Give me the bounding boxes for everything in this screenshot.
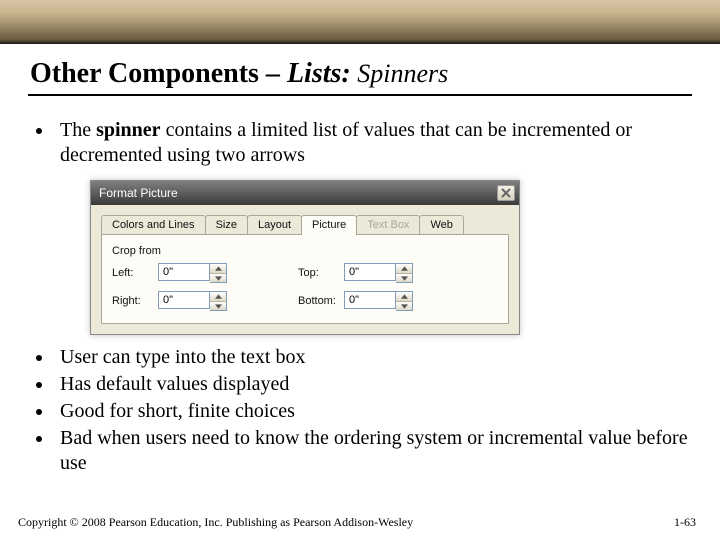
tab-panel-picture: Crop from Left: Top: bbox=[101, 235, 509, 324]
bottom-spinner bbox=[344, 291, 424, 311]
tab-picture[interactable]: Picture bbox=[301, 215, 357, 235]
bullet-item: Good for short, finite choices bbox=[54, 399, 690, 424]
tab-web[interactable]: Web bbox=[419, 215, 463, 234]
bullet-text: The bbox=[60, 119, 96, 141]
bottom-spin-up[interactable] bbox=[396, 292, 412, 301]
top-spinner bbox=[344, 263, 424, 283]
top-input[interactable] bbox=[344, 263, 396, 281]
title-text-lists: Lists: bbox=[287, 58, 351, 89]
right-spin-up[interactable] bbox=[210, 292, 226, 301]
bullet-item: Bad when users need to know the ordering… bbox=[54, 426, 690, 476]
dialog-tabs: Colors and Lines Size Layout Picture Tex… bbox=[101, 213, 509, 235]
top-label: Top: bbox=[298, 267, 344, 279]
bullet-spinner-definition: The spinner contains a limited list of v… bbox=[54, 118, 690, 168]
right-spinner-buttons bbox=[210, 291, 227, 311]
title-text-spinners: Spinners bbox=[351, 59, 449, 88]
page-number: 1-63 bbox=[674, 515, 696, 530]
chevron-up-icon bbox=[401, 294, 408, 299]
right-spin-down[interactable] bbox=[210, 301, 226, 310]
chevron-down-icon bbox=[401, 304, 408, 309]
bullet-item: Has default values displayed bbox=[54, 372, 690, 397]
chevron-down-icon bbox=[401, 276, 408, 281]
slide-footer: Copyright © 2008 Pearson Education, Inc.… bbox=[0, 515, 720, 530]
right-spinner bbox=[158, 291, 238, 311]
left-spinner bbox=[158, 263, 238, 283]
crop-grid: Left: Top: bbox=[112, 263, 498, 311]
close-button[interactable] bbox=[497, 185, 515, 201]
bottom-label: Bottom: bbox=[298, 295, 344, 307]
dialog-screenshot: Format Picture Colors and Lines Size Lay… bbox=[90, 180, 720, 335]
bullet-list-1: The spinner contains a limited list of v… bbox=[54, 118, 690, 168]
bottom-input[interactable] bbox=[344, 291, 396, 309]
right-input[interactable] bbox=[158, 291, 210, 309]
format-picture-dialog: Format Picture Colors and Lines Size Lay… bbox=[90, 180, 520, 335]
slide-title: Other Components – Lists: Spinners bbox=[0, 58, 720, 92]
dialog-title: Format Picture bbox=[99, 186, 178, 200]
tab-layout[interactable]: Layout bbox=[247, 215, 302, 234]
copyright-text: Copyright © 2008 Pearson Education, Inc.… bbox=[18, 515, 413, 530]
left-input[interactable] bbox=[158, 263, 210, 281]
top-spin-down[interactable] bbox=[396, 273, 412, 282]
tab-text-box: Text Box bbox=[356, 215, 420, 234]
left-spin-up[interactable] bbox=[210, 264, 226, 273]
chevron-down-icon bbox=[215, 304, 222, 309]
bullet-item: User can type into the text box bbox=[54, 345, 690, 370]
chevron-up-icon bbox=[215, 294, 222, 299]
top-spin-up[interactable] bbox=[396, 264, 412, 273]
dialog-titlebar: Format Picture bbox=[91, 181, 519, 205]
dialog-body: Colors and Lines Size Layout Picture Tex… bbox=[91, 205, 519, 334]
crop-from-label: Crop from bbox=[112, 245, 498, 257]
title-rule bbox=[28, 94, 692, 96]
chevron-up-icon bbox=[401, 266, 408, 271]
bullet-bold: spinner bbox=[96, 119, 160, 141]
bottom-spin-down[interactable] bbox=[396, 301, 412, 310]
tab-colors-and-lines[interactable]: Colors and Lines bbox=[101, 215, 206, 234]
bottom-spinner-buttons bbox=[396, 291, 413, 311]
decorative-top-bar bbox=[0, 0, 720, 44]
chevron-down-icon bbox=[215, 276, 222, 281]
title-text-1: Other Components – bbox=[30, 58, 287, 89]
close-icon bbox=[501, 188, 511, 198]
chevron-up-icon bbox=[215, 266, 222, 271]
tab-size[interactable]: Size bbox=[205, 215, 248, 234]
left-spin-down[interactable] bbox=[210, 273, 226, 282]
bullet-list-2: User can type into the text box Has defa… bbox=[54, 345, 690, 476]
slide-content: Other Components – Lists: Spinners The s… bbox=[0, 44, 720, 476]
left-label: Left: bbox=[112, 267, 158, 279]
right-label: Right: bbox=[112, 295, 158, 307]
left-spinner-buttons bbox=[210, 263, 227, 283]
top-spinner-buttons bbox=[396, 263, 413, 283]
